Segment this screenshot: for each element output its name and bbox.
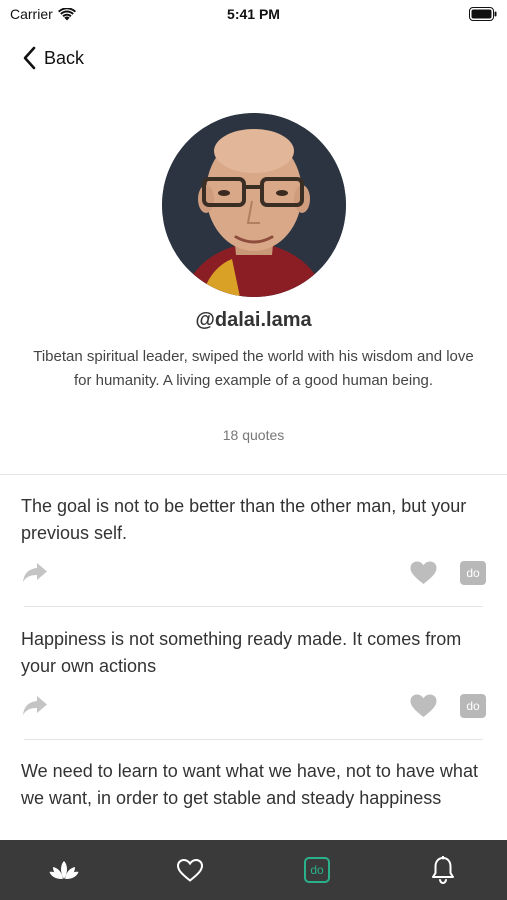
do-button-label: do [466,566,480,580]
quote-count: 18 quotes [222,427,285,443]
bell-icon [432,856,454,884]
do-button-label: do [466,699,480,713]
back-button[interactable]: Back [22,46,84,70]
tab-feed[interactable] [1,840,127,900]
battery-icon [469,7,497,21]
avatar [162,113,346,297]
do-icon: do [304,857,330,883]
status-bar: Carrier 5:41 PM [0,0,507,30]
heart-icon[interactable] [410,561,437,585]
quote-card: We need to learn to want what we have, n… [0,758,507,840]
divider [0,474,507,475]
do-button[interactable]: do [460,694,486,718]
quote-card: The goal is not to be better than the ot… [0,493,507,607]
username: @dalai.lama [195,309,312,331]
tab-notifications[interactable] [380,840,506,900]
chevron-left-icon [23,46,36,70]
quote-divider [24,739,483,740]
share-icon[interactable] [22,694,48,716]
tab-bar: do [0,840,507,900]
quote-divider [24,606,483,607]
quote-text: The goal is not to be better than the ot… [21,496,467,543]
quote-text: Happiness is not something ready made. I… [21,629,462,676]
tab-do[interactable]: do [254,840,380,900]
tab-favorites[interactable] [127,840,253,900]
back-label: Back [44,47,85,68]
profile-photo [162,113,346,297]
quote-card: Happiness is not something ready made. I… [0,626,507,740]
bio-text: Tibetan spiritual leader, swiped the wor… [33,348,474,389]
heart-outline-icon [177,858,203,882]
clock: 5:41 PM [227,6,280,22]
heart-icon[interactable] [410,694,437,718]
quote-text: We need to learn to want what we have, n… [21,761,478,808]
share-icon[interactable] [22,561,48,583]
tab-do-label: do [310,863,324,877]
lotus-icon [49,861,79,879]
do-button[interactable]: do [460,561,486,585]
